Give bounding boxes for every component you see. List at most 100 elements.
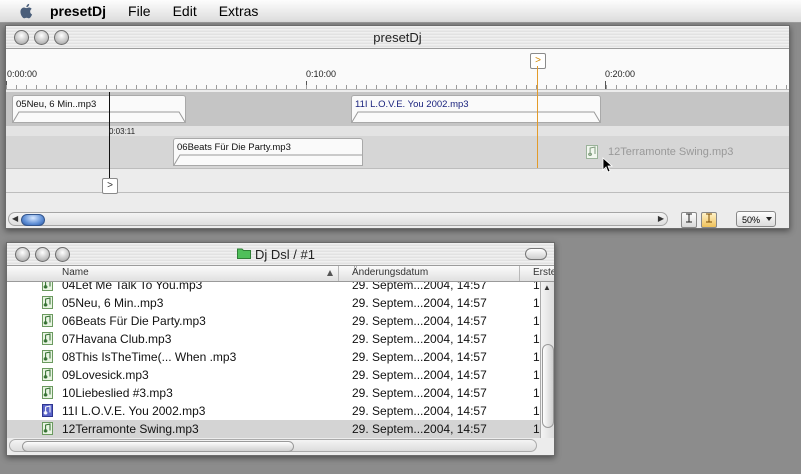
clip-fade-shape — [13, 111, 185, 122]
menu-extras[interactable]: Extras — [219, 3, 259, 19]
menubar: presetDj File Edit Extras — [0, 0, 801, 23]
scroll-left-arrow-icon[interactable]: ◀ — [12, 214, 18, 223]
file-browser-window: Dj Dsl / #1 Name Änderungsdatum Erste 04… — [6, 242, 555, 456]
music-file-icon — [42, 368, 53, 381]
toolbar-toggle-button[interactable] — [525, 248, 547, 260]
zoom-select[interactable]: 50% — [736, 211, 776, 227]
edit-cursor-marker[interactable]: > — [102, 178, 118, 194]
folder-icon — [237, 248, 251, 259]
column-separator[interactable] — [338, 266, 339, 281]
column-header-date[interactable]: Änderungsdatum — [352, 267, 428, 278]
zoom-button[interactable] — [55, 247, 70, 262]
minimize-button[interactable] — [35, 247, 50, 262]
track-divider — [6, 192, 789, 193]
ruler-label-2: 0:20:00 — [605, 69, 636, 79]
file-vertical-scrollbar[interactable]: ▲ — [540, 282, 554, 438]
file-extra: 1 — [533, 314, 540, 328]
file-date: 29. Septem...2004, 14:57 — [352, 332, 487, 346]
music-file-icon — [42, 296, 53, 309]
list-item[interactable]: 07Havana Club.mp3 29. Septem...2004, 14:… — [7, 330, 540, 348]
dragged-clip-label: 12Terramonte Swing.mp3 — [608, 146, 734, 158]
file-list: 04Let Me Talk To You.mp3 29. Septem...20… — [7, 282, 540, 438]
playhead-line — [537, 66, 538, 168]
menu-file[interactable]: File — [128, 3, 151, 19]
file-date: 29. Septem...2004, 14:57 — [352, 422, 487, 436]
zoom-value: 50% — [742, 215, 761, 225]
timeline-ruler[interactable]: 0:00:00 0:10:00 0:20:00 > — [6, 49, 789, 90]
ruler-label-0: 0:00:00 — [7, 69, 38, 79]
file-date: 29. Septem...2004, 14:57 — [352, 282, 487, 292]
music-file-ghost-icon — [586, 145, 598, 159]
i-beam-icon — [686, 213, 692, 223]
file-name: 11I L.O.V.E. You 2002.mp3 — [62, 404, 206, 418]
music-file-icon — [42, 332, 53, 345]
list-item[interactable]: 08This IsTheTime(... When .mp3 29. Septe… — [7, 348, 540, 366]
music-file-blue-icon — [42, 404, 53, 417]
file-window-title: Dj Dsl / #1 — [255, 247, 315, 262]
file-extra: 1 — [533, 386, 540, 400]
insert-tool-button[interactable] — [681, 212, 697, 228]
main-titlebar[interactable]: presetDj — [6, 26, 789, 49]
column-header-bar: Name Änderungsdatum Erste — [7, 266, 554, 282]
timeline-horizontal-scrollbar[interactable]: ◀ ▶ — [8, 212, 668, 226]
sort-ascending-icon — [327, 270, 333, 276]
column-separator[interactable] — [519, 266, 520, 281]
file-extra: 1 — [533, 282, 540, 292]
timeline-clip[interactable]: 05Neu, 6 Min..mp3 — [12, 95, 186, 123]
cursor-time-readout: 0:03:11 — [109, 127, 136, 136]
timeline-clip[interactable]: 06Beats Für Die Party.mp3 — [173, 138, 363, 166]
file-window-titlebar[interactable]: Dj Dsl / #1 — [7, 243, 554, 266]
playhead-marker[interactable]: > — [530, 53, 546, 69]
mouse-pointer-icon — [602, 157, 614, 173]
file-date: 29. Septem...2004, 14:57 — [352, 386, 487, 400]
list-item[interactable]: 10Liebeslied #3.mp3 29. Septem...2004, 1… — [7, 384, 540, 402]
menu-app-name[interactable]: presetDj — [50, 3, 106, 19]
list-item-selected[interactable]: 12Terramonte Swing.mp3 29. Septem...2004… — [7, 420, 540, 438]
file-extra: 1 — [533, 332, 540, 346]
file-name: 10Liebeslied #3.mp3 — [62, 386, 173, 400]
apple-icon[interactable] — [18, 2, 36, 20]
file-date: 29. Septem...2004, 14:57 — [352, 350, 487, 364]
timeline-scroll-thumb[interactable] — [21, 214, 45, 226]
file-name: 12Terramonte Swing.mp3 — [62, 422, 199, 436]
list-item[interactable]: 04Let Me Talk To You.mp3 29. Septem...20… — [7, 282, 540, 294]
file-date: 29. Septem...2004, 14:57 — [352, 296, 487, 310]
clip-label: 05Neu, 6 Min..mp3 — [16, 99, 97, 110]
main-window-title: presetDj — [373, 30, 422, 45]
menu-edit[interactable]: Edit — [173, 3, 197, 19]
clip-fade-shape — [174, 154, 362, 165]
column-header-created[interactable]: Erste — [533, 267, 554, 278]
list-item[interactable]: 09Lovesick.mp3 29. Septem...2004, 14:57 … — [7, 366, 540, 384]
scroll-right-arrow-icon[interactable]: ▶ — [658, 214, 664, 223]
clip-label: 11I L.O.V.E. You 2002.mp3 — [355, 99, 469, 110]
file-name: 06Beats Für Die Party.mp3 — [62, 314, 206, 328]
file-scroll-thumb[interactable] — [542, 344, 554, 428]
file-horizontal-scrollbar[interactable] — [9, 439, 537, 452]
list-item[interactable]: 05Neu, 6 Min..mp3 29. Septem...2004, 14:… — [7, 294, 540, 312]
file-hscroll-thumb[interactable] — [22, 441, 294, 452]
scroll-up-arrow-icon[interactable]: ▲ — [543, 283, 551, 292]
chevron-down-icon — [766, 217, 772, 221]
i-beam-active-icon — [706, 213, 712, 223]
edit-cursor-line — [109, 92, 110, 188]
file-extra: 1 — [533, 404, 540, 418]
list-item[interactable]: 11I L.O.V.E. You 2002.mp3 29. Septem...2… — [7, 402, 540, 420]
ruler-minor-ticks — [6, 85, 789, 89]
music-file-icon — [42, 350, 53, 363]
file-name: 08This IsTheTime(... When .mp3 — [62, 350, 237, 364]
clip-fade-shape — [352, 111, 600, 122]
file-date: 29. Septem...2004, 14:57 — [352, 404, 487, 418]
track-divider — [6, 168, 789, 169]
ruler-label-1: 0:10:00 — [306, 69, 337, 79]
music-file-icon — [42, 282, 53, 291]
close-button[interactable] — [15, 247, 30, 262]
list-item[interactable]: 06Beats Für Die Party.mp3 29. Septem...2… — [7, 312, 540, 330]
music-file-icon — [42, 422, 53, 435]
timeline-clip[interactable]: 11I L.O.V.E. You 2002.mp3 — [351, 95, 601, 123]
file-extra: 1 — [533, 368, 540, 382]
column-header-name[interactable]: Name — [62, 267, 89, 278]
file-extra: 1 — [533, 422, 540, 436]
file-name: 05Neu, 6 Min..mp3 — [62, 296, 164, 310]
file-name: 09Lovesick.mp3 — [62, 368, 149, 382]
select-tool-button[interactable] — [701, 212, 717, 228]
